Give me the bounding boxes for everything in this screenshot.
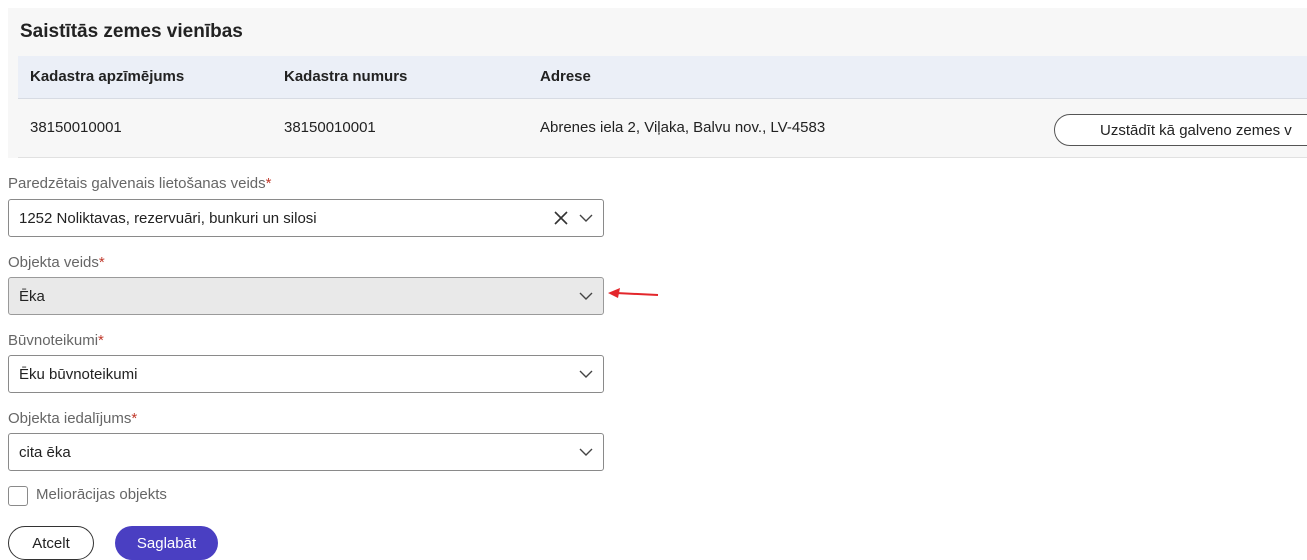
usage-type-select[interactable]: 1252 Noliktavas, rezervuāri, bunkuri un …	[8, 199, 604, 237]
building-rules-value: Ēku būvnoteikumi	[19, 366, 138, 383]
set-main-land-unit-button[interactable]: Uzstādīt kā galveno zemes v	[1054, 114, 1307, 146]
table-header: Kadastra apzīmējums Kadastra numurs Adre…	[18, 56, 1307, 99]
usage-type-value: 1252 Noliktavas, rezervuāri, bunkuri un …	[19, 210, 317, 227]
chevron-down-icon[interactable]	[579, 291, 593, 301]
required-mark: *	[98, 254, 105, 271]
cell-designation: 38150010001	[30, 119, 122, 136]
annotation-arrow-icon	[608, 288, 659, 298]
cell-number: 38150010001	[284, 119, 376, 136]
object-division-value: cita ēka	[19, 444, 71, 461]
required-mark: *	[98, 332, 104, 349]
object-type-value: Ēka	[19, 288, 45, 305]
clear-icon[interactable]	[553, 210, 569, 226]
chevron-down-icon[interactable]	[579, 447, 593, 457]
object-type-label: Objekta veids*	[8, 254, 105, 271]
table-row: 38150010001 38150010001 Abrenes iela 2, …	[18, 99, 1307, 158]
building-rules-select[interactable]: Ēku būvnoteikumi	[8, 355, 604, 393]
building-rules-label: Būvnoteikumi*	[8, 332, 104, 349]
column-header-address: Adrese	[540, 68, 591, 85]
linked-land-units-panel: Saistītās zemes vienības Kadastra apzīmē…	[0, 0, 1307, 160]
cell-address: Abrenes iela 2, Viļaka, Balvu nov., LV-4…	[540, 119, 826, 136]
object-division-label: Objekta iedalījums*	[8, 410, 138, 427]
usage-type-label: Paredzētais galvenais lietošanas veids*	[8, 175, 272, 192]
chevron-down-icon[interactable]	[579, 213, 593, 223]
cancel-button[interactable]: Atcelt	[8, 526, 94, 560]
column-header-number: Kadastra numurs	[284, 68, 408, 85]
save-button[interactable]: Saglabāt	[115, 526, 218, 560]
chevron-down-icon[interactable]	[579, 369, 593, 379]
required-mark: *	[131, 410, 138, 427]
object-division-select[interactable]: cita ēka	[8, 433, 604, 471]
required-mark: *	[265, 175, 272, 192]
melioration-checkbox[interactable]	[8, 486, 28, 506]
melioration-checkbox-label: Meliorācijas objekts	[36, 486, 167, 503]
column-header-designation: Kadastra apzīmējums	[30, 68, 185, 85]
section-title: Saistītās zemes vienības	[20, 21, 243, 42]
object-type-select[interactable]: Ēka	[8, 277, 604, 315]
